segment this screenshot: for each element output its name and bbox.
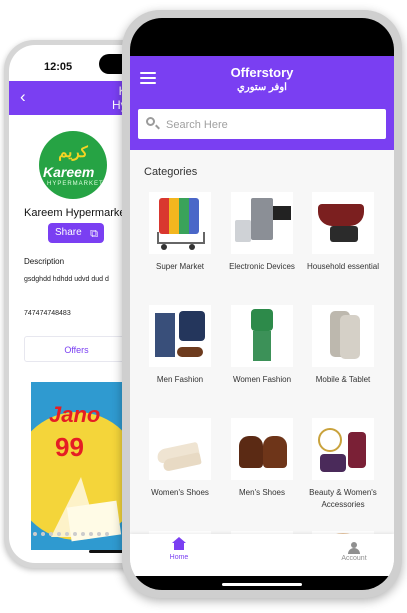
category-label: Men's Shoes [239,488,285,497]
logo-arabic-text: كريم [58,144,88,161]
category-mens-shoes[interactable]: Men's Shoes [222,418,302,499]
category-household-essential[interactable]: Household essential [303,192,383,273]
carousel-dot [49,532,53,536]
bottom-navigation: Home Account [130,534,394,576]
category-label: Household essential [306,262,380,271]
description-label: Description [24,257,65,266]
women-fashion-thumbnail [231,305,293,367]
categories-phone: Offerstory اوفر ستوري Categories Super M… [122,10,402,598]
store-name: Kareem Hypermarket [24,207,129,219]
store-logo: كريم Kareem HYPERMARKET [39,131,107,199]
womens-shoes-thumbnail [149,418,211,480]
search-input[interactable] [164,113,368,137]
carousel-dot [89,532,93,536]
promo-text-brand: Jano [49,402,101,427]
carousel-dot [97,532,101,536]
super-market-thumbnail [149,192,211,254]
carousel-dot [33,532,37,536]
men-fashion-thumbnail [149,305,211,367]
logo-subtext: HYPERMARKET [47,181,104,187]
category-mobile-tablet[interactable]: Mobile & Tablet [303,305,383,386]
carousel-dots [33,532,109,536]
categories-screen: Offerstory اوفر ستوري Categories Super M… [130,18,394,590]
status-bar [130,18,394,56]
nav-home-label: Home [169,554,189,561]
app-subtitle: اوفر ستوري [237,82,287,93]
search-bar [130,106,394,150]
app-header: Offerstory اوفر ستوري [130,56,394,106]
beauty-thumbnail [312,418,374,480]
promo-text-price: 99 [55,432,84,462]
category-super-market[interactable]: Super Market [140,192,220,273]
nav-home[interactable]: Home [164,537,194,561]
category-men-fashion[interactable]: Men Fashion [140,305,220,386]
share-icon: ⧉ [90,228,98,240]
category-beauty-accessories[interactable]: Beauty & Women's Accessories [303,418,383,511]
search-box[interactable] [138,109,386,139]
category-womens-shoes[interactable]: Women's Shoes [140,418,220,499]
home-icon [172,537,186,553]
share-button[interactable]: Share ⧉ [48,223,104,243]
status-time: 12:05 [44,61,73,73]
category-label: Men Fashion [156,375,204,384]
nav-account-label: Account [341,555,367,562]
carousel-dot [41,532,45,536]
mobile-tablet-thumbnail [312,305,374,367]
back-arrow-icon[interactable]: ‹ [20,87,26,107]
app-title: Offerstory [230,65,294,80]
category-label: Beauty & Women's Accessories [309,488,377,509]
categories-heading: Categories [144,166,198,178]
electronics-thumbnail [231,192,293,254]
search-icon [146,117,155,126]
home-indicator [222,583,302,586]
category-label: Women's Shoes [151,488,209,497]
category-women-fashion[interactable]: Women Fashion [222,305,302,386]
tab-offers[interactable]: Offers [24,336,129,362]
category-label: Mobile & Tablet [315,375,371,384]
mens-shoes-thumbnail [231,418,293,480]
household-thumbnail [312,192,374,254]
description-text: gsdghdd hdhdd udvd dud d [24,276,109,283]
carousel-dot [73,532,77,536]
category-electronic-devices[interactable]: Electronic Devices [222,192,302,273]
store-phone: 747474748483 [24,310,71,317]
share-button-label: Share [55,227,82,238]
category-label: Super Market [155,262,205,271]
carousel-dot [81,532,85,536]
carousel-dot [65,532,69,536]
category-label: Women Fashion [232,375,292,384]
bottom-bezel [130,576,394,590]
carousel-dot [105,532,109,536]
carousel-dot [57,532,61,536]
nav-account[interactable]: Account [334,542,374,562]
account-icon [348,542,360,554]
category-label: Electronic Devices [229,262,295,271]
logo-english-text: Kareem [43,164,95,180]
categories-section: Categories Super Market Electronic Devic… [130,150,394,590]
